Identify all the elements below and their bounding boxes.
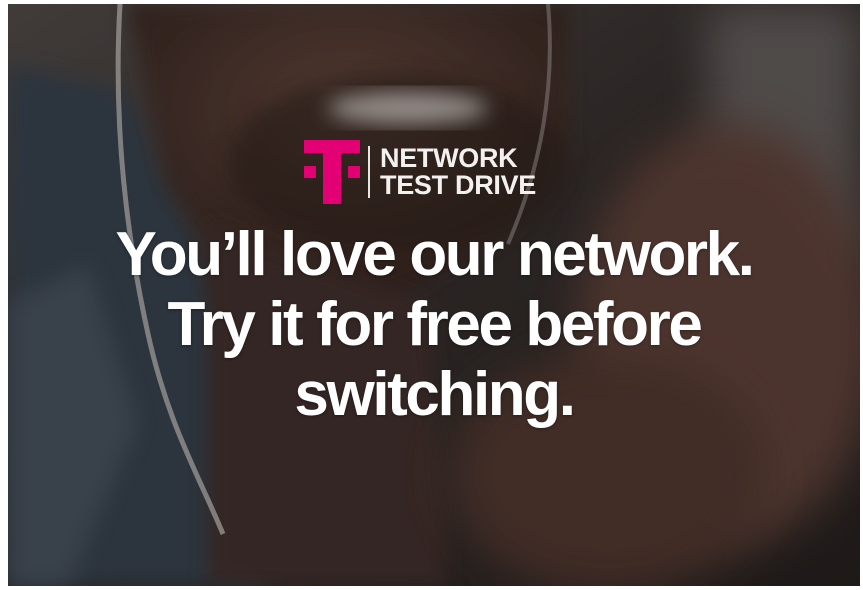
- headline: You’ll love our network. Try it for free…: [8, 220, 860, 430]
- headline-line-3: switching.: [294, 360, 576, 429]
- headline-line-2: Try it for free before: [167, 290, 703, 359]
- headline-line-1: You’ll love our network.: [115, 220, 755, 289]
- logo-divider: [368, 146, 370, 198]
- t-mobile-logo-icon: [304, 140, 360, 204]
- logo-line-test-drive: TEST DRIVE: [380, 170, 537, 200]
- network-test-drive-logo: NETWORK TEST DRIVE: [304, 140, 536, 204]
- logo-text: NETWORK TEST DRIVE: [380, 145, 536, 199]
- logo-line-network: NETWORK: [380, 143, 518, 173]
- hero-banner: NETWORK TEST DRIVE You’ll love our netwo…: [8, 4, 860, 586]
